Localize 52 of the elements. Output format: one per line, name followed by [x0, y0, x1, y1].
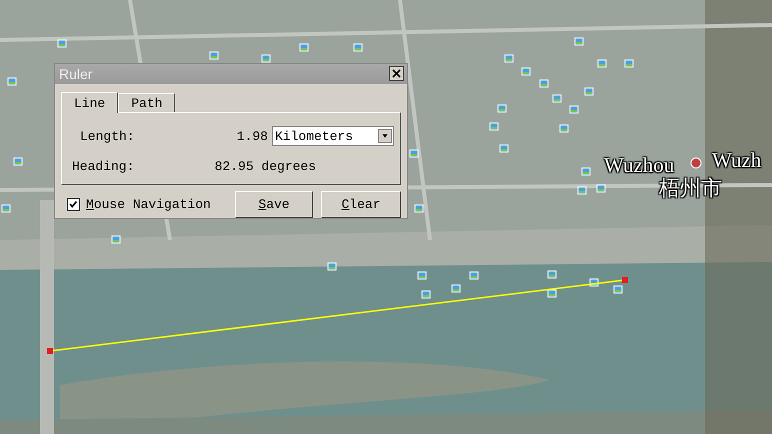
placemark-icon[interactable] — [410, 150, 418, 158]
placemark-icon[interactable] — [300, 44, 308, 52]
placemark-icon[interactable] — [548, 270, 556, 278]
unit-dropdown[interactable]: Kilometers — [272, 126, 394, 146]
close-button[interactable] — [389, 66, 404, 82]
placemark-icon[interactable] — [598, 60, 606, 68]
checkbox[interactable] — [67, 198, 80, 211]
placemark-icon[interactable] — [596, 184, 606, 192]
placemark-icon[interactable] — [452, 284, 460, 292]
close-icon[interactable] — [392, 69, 401, 78]
placemark-icon[interactable] — [414, 204, 424, 212]
map-place-label: Wuzh — [712, 150, 762, 171]
placemark-icon[interactable] — [354, 44, 362, 52]
placemark-icon[interactable] — [262, 54, 270, 62]
placemark-icon[interactable] — [2, 204, 10, 212]
placemark-icon[interactable] — [490, 122, 498, 130]
placemark-icon[interactable] — [210, 52, 218, 60]
map-place-label: 梧州市 — [659, 178, 722, 199]
placemark-icon[interactable] — [522, 68, 530, 76]
window-title: Ruler — [59, 66, 92, 82]
placemark-icon[interactable] — [614, 286, 622, 294]
placemark-icon[interactable] — [574, 38, 584, 46]
placemark-icon[interactable] — [418, 272, 426, 280]
placemark-icon[interactable] — [498, 104, 506, 112]
placemark-icon[interactable] — [582, 168, 590, 176]
placemark-icon[interactable] — [470, 272, 478, 280]
placemark-icon[interactable] — [560, 124, 568, 132]
placemark-icon[interactable] — [328, 262, 336, 270]
placemark-icon[interactable] — [422, 290, 430, 298]
dialog-button[interactable]: Clear — [321, 191, 401, 218]
placemark-icon[interactable] — [548, 290, 556, 298]
length-label: Length: — [79, 128, 135, 144]
placemark-icon[interactable] — [578, 186, 586, 194]
map-place-label: Wuzhou — [604, 155, 674, 176]
placemark-icon[interactable] — [8, 78, 16, 86]
placemark-icon[interactable] — [584, 88, 594, 96]
placemark-icon[interactable] — [504, 54, 514, 62]
heading-value: 82.95 degrees — [214, 159, 318, 174]
placemark-icon[interactable] — [540, 80, 548, 88]
placemark-icon[interactable] — [552, 94, 562, 102]
length-value: 1.98 — [236, 128, 269, 144]
tab[interactable]: Line — [61, 92, 118, 113]
placemark-icon[interactable] — [500, 144, 508, 152]
dialog-button[interactable]: Save — [235, 191, 313, 218]
placemark-icon[interactable] — [570, 106, 578, 114]
placemark-icon[interactable] — [58, 40, 66, 48]
placemark-icon[interactable] — [112, 236, 120, 244]
heading-label: Heading: — [71, 159, 135, 174]
tab[interactable]: Path — [118, 92, 176, 112]
placemark-icon[interactable] — [624, 60, 634, 68]
checkbox-label[interactable]: Mouse Navigation — [86, 197, 211, 212]
placemark-icon[interactable] — [14, 158, 22, 166]
